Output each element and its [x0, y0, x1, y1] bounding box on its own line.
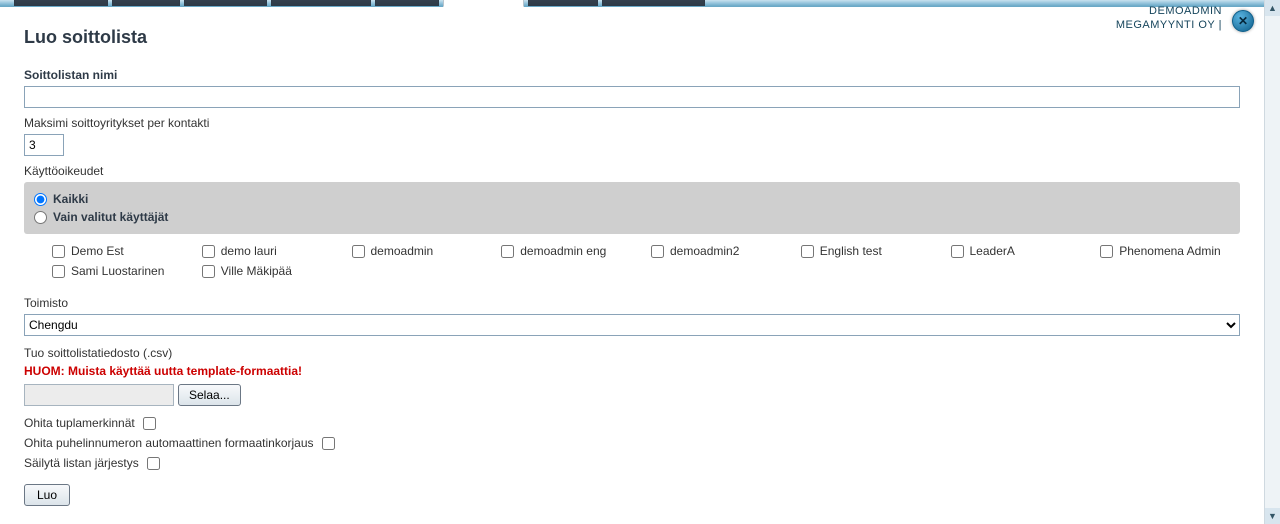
browse-button[interactable]: Selaa... [178, 384, 241, 406]
file-path-display [24, 384, 174, 406]
tab-kampanjat[interactable]: Kampanjat [184, 0, 267, 6]
name-label: Soittolistan nimi [24, 68, 1240, 82]
perm-selected-radio[interactable] [34, 211, 47, 224]
tab-yleisasetukset[interactable]: Yleisasetukset [602, 0, 705, 6]
skip-phone-format-checkbox[interactable] [322, 437, 335, 450]
user-checkbox-row[interactable]: Ville Mäkipää [202, 264, 342, 278]
user-checkbox[interactable] [801, 245, 814, 258]
keep-order-label: Säilytä listan järjestys [24, 456, 139, 470]
user-grid: Demo Est demo lauri demoadmin demoadmin eng… [24, 240, 1240, 288]
office-label: Toimisto [24, 296, 1240, 310]
user-checkbox[interactable] [951, 245, 964, 258]
office-select[interactable]: Chengdu [24, 314, 1240, 336]
user-checkbox-label: LeaderA [970, 244, 1015, 258]
user-checkbox-label: demoadmin [371, 244, 434, 258]
skip-duplicates-label: Ohita tuplamerkinnät [24, 416, 135, 430]
perm-all-radio[interactable] [34, 193, 47, 206]
user-checkbox-row[interactable]: LeaderA [951, 244, 1091, 258]
tab-raportit[interactable]: Raportit [112, 0, 180, 6]
tab-tuotteet[interactable]: Tuotteet [528, 0, 598, 6]
user-name: DEMOADMIN [1116, 4, 1222, 18]
user-checkbox-label: Demo Est [71, 244, 124, 258]
user-checkbox-label: Ville Mäkipää [221, 264, 292, 278]
user-checkbox-row[interactable]: demoadmin2 [651, 244, 791, 258]
main-tabs: Yleisnäkymä Raportit Kampanjat Agenttiryhmä… [14, 0, 705, 6]
permissions-box: Kaikki Vain valitut käyttäjät [24, 182, 1240, 234]
user-checkbox-label: demoadmin eng [520, 244, 606, 258]
create-button[interactable]: Luo [24, 484, 70, 506]
user-checkbox-label: Phenomena Admin [1119, 244, 1220, 258]
user-checkbox[interactable] [1100, 245, 1113, 258]
user-company: MEGAMYYNTI OY | [1116, 18, 1222, 32]
import-label: Tuo soittolistatiedosto (.csv) [24, 346, 1240, 360]
import-warning: HUOM: Muista käyttää uutta template-form… [24, 364, 1240, 378]
page-title: Luo soittolista [24, 27, 1240, 48]
file-row: Selaa... [24, 384, 1240, 406]
vertical-scrollbar[interactable]: ▲ ▼ [1264, 0, 1280, 524]
max-attempts-input[interactable] [24, 134, 64, 156]
user-checkbox-row[interactable]: Sami Luostarinen [52, 264, 192, 278]
user-checkbox[interactable] [501, 245, 514, 258]
user-checkbox[interactable] [352, 245, 365, 258]
close-icon[interactable]: ✕ [1232, 10, 1254, 32]
user-checkbox[interactable] [202, 245, 215, 258]
user-checkbox-row[interactable]: Phenomena Admin [1100, 244, 1240, 258]
scroll-up-icon[interactable]: ▲ [1265, 0, 1280, 16]
perm-all-label: Kaikki [53, 192, 88, 206]
keep-order-checkbox[interactable] [147, 457, 160, 470]
skip-duplicates-checkbox[interactable] [143, 417, 156, 430]
max-attempts-label: Maksimi soittoyritykset per kontakti [24, 116, 1240, 130]
perm-selected-label: Vain valitut käyttäjät [53, 210, 168, 224]
user-checkbox[interactable] [651, 245, 664, 258]
user-checkbox-label: English test [820, 244, 882, 258]
permissions-label: Käyttöoikeudet [24, 164, 1240, 178]
name-input[interactable] [24, 86, 1240, 108]
user-checkbox-row[interactable]: demo lauri [202, 244, 342, 258]
user-checkbox-row[interactable]: English test [801, 244, 941, 258]
user-info: DEMOADMIN MEGAMYYNTI OY | [1116, 4, 1222, 32]
user-checkbox-row[interactable]: Demo Est [52, 244, 192, 258]
tab-agenttiryhm-t[interactable]: Agenttiryhmät [271, 0, 371, 6]
user-checkbox[interactable] [52, 265, 65, 278]
user-checkbox-label: demoadmin2 [670, 244, 739, 258]
user-checkbox[interactable] [202, 265, 215, 278]
tab-yleisn-kym-[interactable]: Yleisnäkymä [14, 0, 108, 6]
tab-soittolistat[interactable]: Soittolistat [443, 0, 524, 7]
skip-phone-format-label: Ohita puhelinnumeron automaattinen forma… [24, 436, 314, 450]
perm-selected-row[interactable]: Vain valitut käyttäjät [34, 210, 1230, 224]
user-checkbox-label: Sami Luostarinen [71, 264, 164, 278]
user-checkbox-row[interactable]: demoadmin eng [501, 244, 641, 258]
user-checkbox-row[interactable]: demoadmin [352, 244, 492, 258]
scroll-down-icon[interactable]: ▼ [1265, 508, 1280, 524]
header-band: Yleisnäkymä Raportit Kampanjat Agenttiryhmä… [0, 0, 1264, 7]
perm-all-row[interactable]: Kaikki [34, 192, 1230, 206]
tab-agentit[interactable]: Agentit [375, 0, 438, 6]
user-checkbox[interactable] [52, 245, 65, 258]
user-checkbox-label: demo lauri [221, 244, 277, 258]
